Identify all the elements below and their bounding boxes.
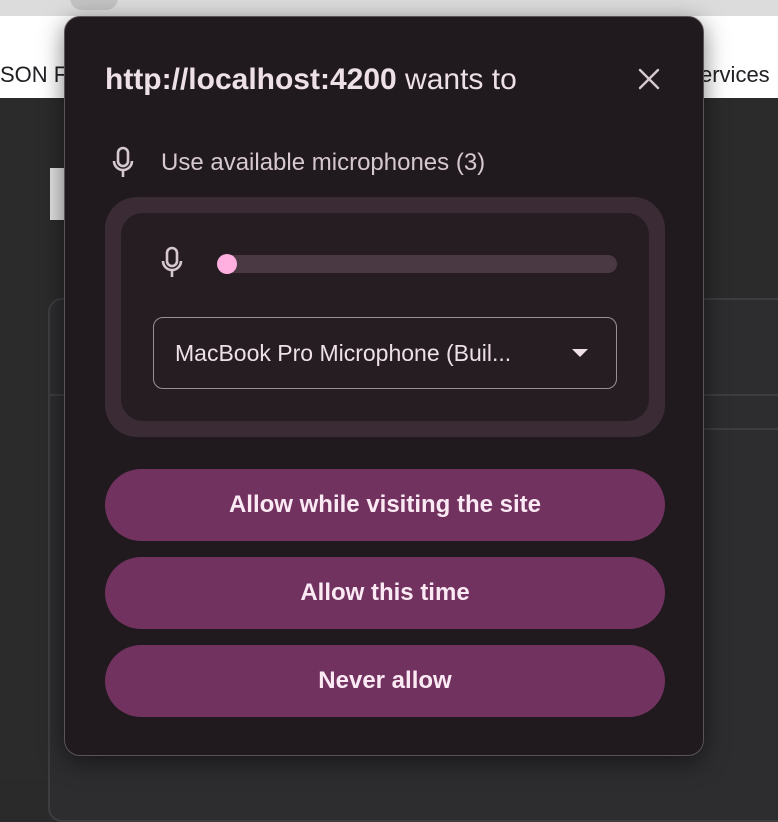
permission-dialog: http://localhost:4200 wants to Use avail… (64, 16, 704, 756)
dialog-title-suffix: wants to (396, 63, 517, 96)
bookmark-item-right[interactable]: ervices (700, 62, 770, 88)
dialog-title: http://localhost:4200 wants to (105, 63, 517, 97)
microphone-panel-inner: MacBook Pro Microphone (Buil... (121, 213, 649, 421)
microphone-icon (109, 145, 137, 181)
never-allow-button[interactable]: Never allow (105, 645, 665, 717)
allow-while-visiting-button[interactable]: Allow while visiting the site (105, 469, 665, 541)
browser-tabstrip (0, 0, 778, 16)
dialog-origin: http://localhost:4200 (105, 63, 397, 96)
chevron-down-icon (572, 349, 588, 357)
mic-level-indicator (217, 254, 237, 274)
microphone-panel: MacBook Pro Microphone (Buil... (105, 197, 665, 437)
close-button[interactable] (631, 61, 667, 97)
allow-this-time-button[interactable]: Allow this time (105, 557, 665, 629)
microphone-select-value: MacBook Pro Microphone (Buil... (175, 339, 512, 366)
mic-level-meter (217, 254, 617, 274)
tab-handle[interactable] (70, 0, 118, 10)
close-icon (638, 68, 660, 90)
microphone-icon (157, 245, 187, 281)
permission-request: Use available microphones (3) (109, 145, 485, 181)
bookmark-item-left[interactable]: SON F (0, 62, 67, 88)
microphone-select[interactable]: MacBook Pro Microphone (Buil... (153, 317, 617, 389)
page-heading-fragment (50, 168, 64, 220)
permission-label: Use available microphones (3) (161, 149, 486, 176)
